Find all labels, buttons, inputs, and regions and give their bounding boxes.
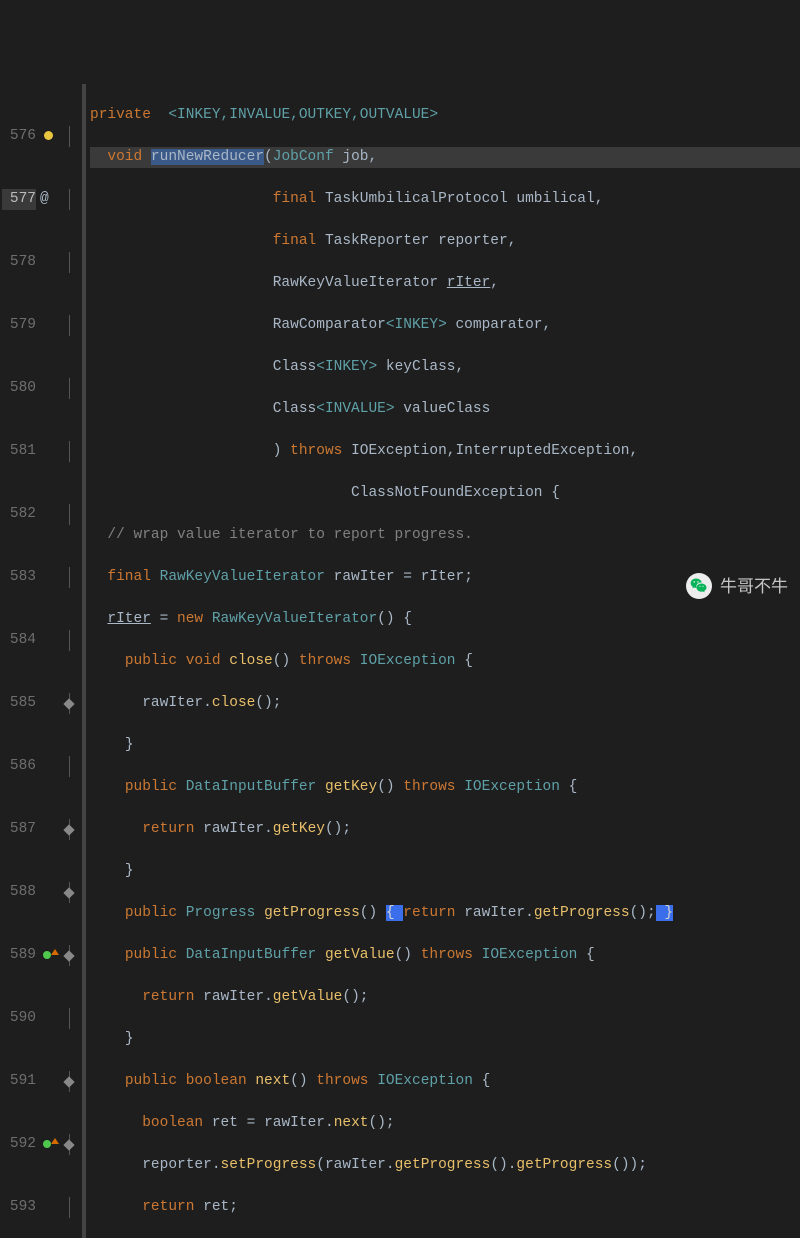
code-line-current: void runNewReducer(JobConf job, — [90, 147, 800, 168]
line-number: 589 — [2, 945, 36, 966]
code-line: RawKeyValueIterator rIter, — [90, 273, 800, 294]
fold-toggle-icon[interactable] — [60, 1071, 82, 1092]
wechat-icon — [686, 573, 712, 599]
code-line: public DataInputBuffer getKey() throws I… — [90, 777, 800, 798]
line-number: 593 — [2, 1197, 36, 1218]
code-line: reporter.setProgress(rawIter.getProgress… — [90, 1155, 800, 1176]
code-line: public Progress getProgress() { return r… — [90, 903, 800, 924]
code-line: RawComparator<INKEY> comparator, — [90, 315, 800, 336]
code-line: rawIter.close(); — [90, 693, 800, 714]
override-marker-icon[interactable] — [40, 1134, 60, 1155]
line-number: 579 — [2, 315, 36, 336]
code-line: } — [90, 735, 800, 756]
code-line: ) throws IOException,InterruptedExceptio… — [90, 441, 800, 462]
line-number: 577 — [2, 189, 36, 210]
code-line: final TaskUmbilicalProtocol umbilical, — [90, 189, 800, 210]
code-line: ClassNotFoundException { — [90, 483, 800, 504]
method-declaration: runNewReducer — [151, 149, 264, 165]
line-number-gutter: 576 577 578 579 580 581 582 583 584 585 … — [0, 84, 40, 1238]
code-line: private <INKEY,INVALUE,OUTKEY,OUTVALUE> — [90, 105, 800, 126]
code-line: } — [90, 1029, 800, 1050]
code-line: } — [90, 861, 800, 882]
line-number: 581 — [2, 441, 36, 462]
highlighted-brace: } — [656, 905, 673, 921]
code-line: return rawIter.getKey(); — [90, 819, 800, 840]
fold-toggle-icon[interactable] — [60, 819, 82, 840]
code-line: public boolean next() throws IOException… — [90, 1071, 800, 1092]
line-number: 578 — [2, 252, 36, 273]
marker-gutter: @ — [40, 84, 60, 1238]
code-editor[interactable]: 576 577 578 579 580 581 582 583 584 585 … — [0, 84, 800, 1238]
code-area[interactable]: private <INKEY,INVALUE,OUTKEY,OUTVALUE> … — [86, 84, 800, 1238]
line-number: 576 — [2, 126, 36, 147]
override-marker-icon[interactable] — [40, 945, 60, 966]
watermark: 牛哥不牛 — [686, 573, 788, 599]
code-line: // wrap value iterator to report progres… — [90, 525, 800, 546]
line-number: 592 — [2, 1134, 36, 1155]
code-line: Class<INKEY> keyClass, — [90, 357, 800, 378]
intention-bulb-icon[interactable] — [40, 126, 60, 147]
line-number: 580 — [2, 378, 36, 399]
code-line: return rawIter.getValue(); — [90, 987, 800, 1008]
code-line: boolean ret = rawIter.next(); — [90, 1113, 800, 1134]
fold-toggle-icon[interactable] — [60, 1134, 82, 1155]
line-number: 585 — [2, 693, 36, 714]
line-number: 590 — [2, 1008, 36, 1029]
line-number: 591 — [2, 1071, 36, 1092]
fold-toggle-icon[interactable] — [60, 693, 82, 714]
line-number: 588 — [2, 882, 36, 903]
line-number: 586 — [2, 756, 36, 777]
highlighted-brace: { — [386, 905, 403, 921]
watermark-text: 牛哥不牛 — [720, 576, 788, 597]
code-line: return ret; — [90, 1197, 800, 1218]
code-line: Class<INVALUE> valueClass — [90, 399, 800, 420]
code-line: final TaskReporter reporter, — [90, 231, 800, 252]
code-line: rIter = new RawKeyValueIterator() { — [90, 609, 800, 630]
line-number: 584 — [2, 630, 36, 651]
marker: @ — [40, 189, 60, 210]
code-line: public DataInputBuffer getValue() throws… — [90, 945, 800, 966]
fold-toggle-icon[interactable] — [60, 945, 82, 966]
line-number: 583 — [2, 567, 36, 588]
fold-toggle-icon[interactable] — [60, 882, 82, 903]
line-number: 587 — [2, 819, 36, 840]
code-line: public void close() throws IOException { — [90, 651, 800, 672]
line-number: 582 — [2, 504, 36, 525]
fold-gutter — [60, 84, 82, 1238]
